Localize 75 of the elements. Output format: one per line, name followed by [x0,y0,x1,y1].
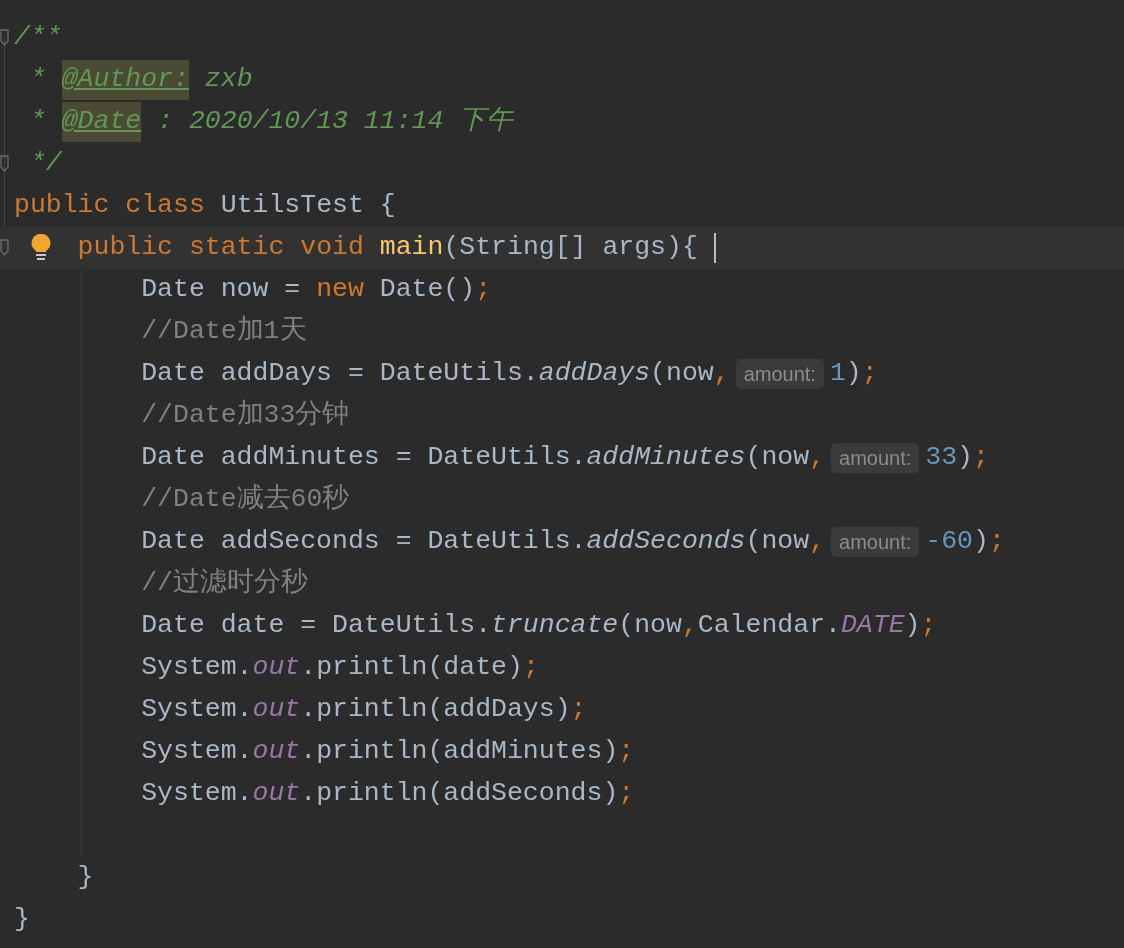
code-token: Date addMinutes = DateUtils. [141,441,587,475]
code-comment: @Author: [61,60,189,100]
code-token: (now [745,441,810,475]
code-token: ; [618,735,635,769]
code-token: Date addSeconds = DateUtils. [141,525,587,559]
code-token: addDays [538,357,651,391]
parameter-hint: amount: [831,443,920,473]
code-comment: * [28,63,47,97]
code-token: ; [570,693,587,727]
code-token: , [681,609,698,643]
code-token: new [316,273,364,307]
code-token: -60 [925,525,973,559]
code-token: 1 [829,357,846,391]
code-token: .println(addSeconds) [300,777,619,811]
code-token: Date now = [141,273,302,307]
code-token: addSeconds [586,525,746,559]
code-token: Date addDays = DateUtils. [141,357,539,391]
code-comment: /** [14,21,62,55]
code-comment: zxb [203,63,253,97]
code-token: (now [650,357,714,391]
code-comment: : 2020/10/13 11:14 下午 [156,105,514,139]
code-token: System. [141,735,253,769]
code-token: out [252,777,301,811]
code-token: System. [141,651,253,685]
code-token: ) [904,609,921,643]
code-token: ; [522,651,539,685]
parameter-hint: amount: [831,527,920,557]
code-token: .println(addDays) [300,693,571,727]
code-token: public class [14,189,206,223]
code-token: } [77,861,94,895]
code-comment: //Date加33分钟 [141,398,350,433]
code-token: UtilsTest { [220,189,396,223]
code-token: out [252,651,301,685]
code-token: public static void [77,231,365,265]
code-token: addMinutes [586,441,746,475]
code-comment: //Date减去60秒 [141,483,350,517]
code-token: ; [920,609,937,643]
code-token: DATE [840,609,905,643]
code-token: .println(addMinutes) [300,735,619,769]
code-token: ; [988,525,1005,559]
code-token: 33 [925,441,958,475]
code-token: .println(date) [300,651,523,685]
code-comment: //过滤时分秒 [141,566,308,601]
code-token: Date date = DateUtils. [141,609,492,643]
code-token: , [809,525,826,559]
code-token: ; [973,441,989,475]
code-token: out [252,693,301,727]
code-token: ; [861,357,878,391]
code-token: Calendar. [697,609,841,643]
fold-marker-icon[interactable] [0,29,9,47]
parameter-hint: amount: [735,359,824,389]
code-token: , [809,441,826,475]
code-comment: @Date [61,102,142,142]
code-token: } [14,903,30,937]
code-comment: //Date加1天 [141,314,307,349]
code-token: truncate [491,609,619,643]
fold-marker-icon[interactable] [0,239,9,257]
code-token: System. [141,777,253,811]
code-token: ; [475,273,492,307]
lightbulb-icon[interactable] [31,233,51,261]
code-token: System. [141,693,253,727]
code-token: ) [973,525,989,559]
code-token: ; [618,777,635,811]
code-comment: * [28,105,47,139]
code-token: , [713,357,730,391]
code-token: (String[] args){ [443,231,699,265]
code-token: ) [845,357,862,391]
fold-marker-icon[interactable] [0,155,9,173]
code-token: (now [745,525,810,559]
code-token: ) [957,441,973,475]
code-token: out [252,735,301,769]
code-token: main [379,231,444,265]
code-token: Date() [378,273,476,307]
code-token: (now [618,609,682,643]
code-comment: */ [28,147,62,181]
